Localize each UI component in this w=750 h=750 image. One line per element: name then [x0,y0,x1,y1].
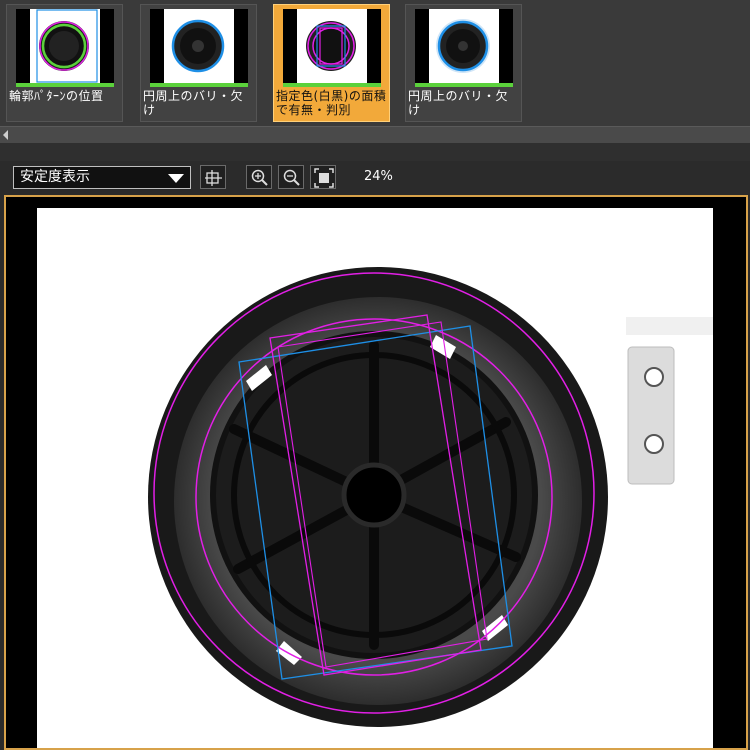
thumbnail-tool-2[interactable]: 円周上のバリ・欠け [140,4,257,122]
zoom-out-button[interactable] [278,165,304,189]
fit-to-window-button[interactable] [310,165,336,189]
fit-window-icon [314,168,334,188]
chevron-down-icon [168,174,184,183]
thumbnail-image-2 [150,9,248,87]
fit-frame-button[interactable] [200,165,226,189]
thumbnail-label-3: 指定色(白黒)の面積で有無・判別 [276,89,387,117]
view-toolbar: 安定度表示 24% [0,161,750,195]
zoom-level: 24% [364,169,393,184]
thumbnail-scrollbar[interactable] [0,126,750,144]
scroll-left-arrow-icon[interactable] [3,130,8,140]
display-mode-select[interactable]: 安定度表示 [13,166,191,189]
frame-icon [205,170,222,186]
thumbnail-tool-4[interactable]: 円周上のバリ・欠け [405,4,522,122]
thumbnail-label-2: 円周上のバリ・欠け [143,89,244,117]
separator [0,143,750,161]
thumbnail-image-3 [283,9,381,87]
display-mode-value: 安定度表示 [20,169,90,185]
zoom-in-icon [251,169,268,186]
inspection-image [37,208,713,748]
zoom-in-button[interactable] [246,165,272,189]
image-viewer[interactable] [4,195,748,750]
thumbnail-image-1 [16,9,114,87]
thumbnail-label-1: 輪郭ﾊﾟﾀｰﾝの位置 [9,89,104,103]
thumbnail-image-4 [415,9,513,87]
thumbnail-label-4: 円周上のバリ・欠け [408,89,509,117]
thumbnail-tool-3[interactable]: 指定色(白黒)の面積で有無・判別 [273,4,390,122]
thumbnail-strip: 輪郭ﾊﾟﾀｰﾝの位置 円周上のバリ・欠け 指定色(白黒)の面積で有無・判別 円周… [0,0,750,126]
zoom-out-icon [283,169,300,186]
thumbnail-tool-1[interactable]: 輪郭ﾊﾟﾀｰﾝの位置 [6,4,123,122]
